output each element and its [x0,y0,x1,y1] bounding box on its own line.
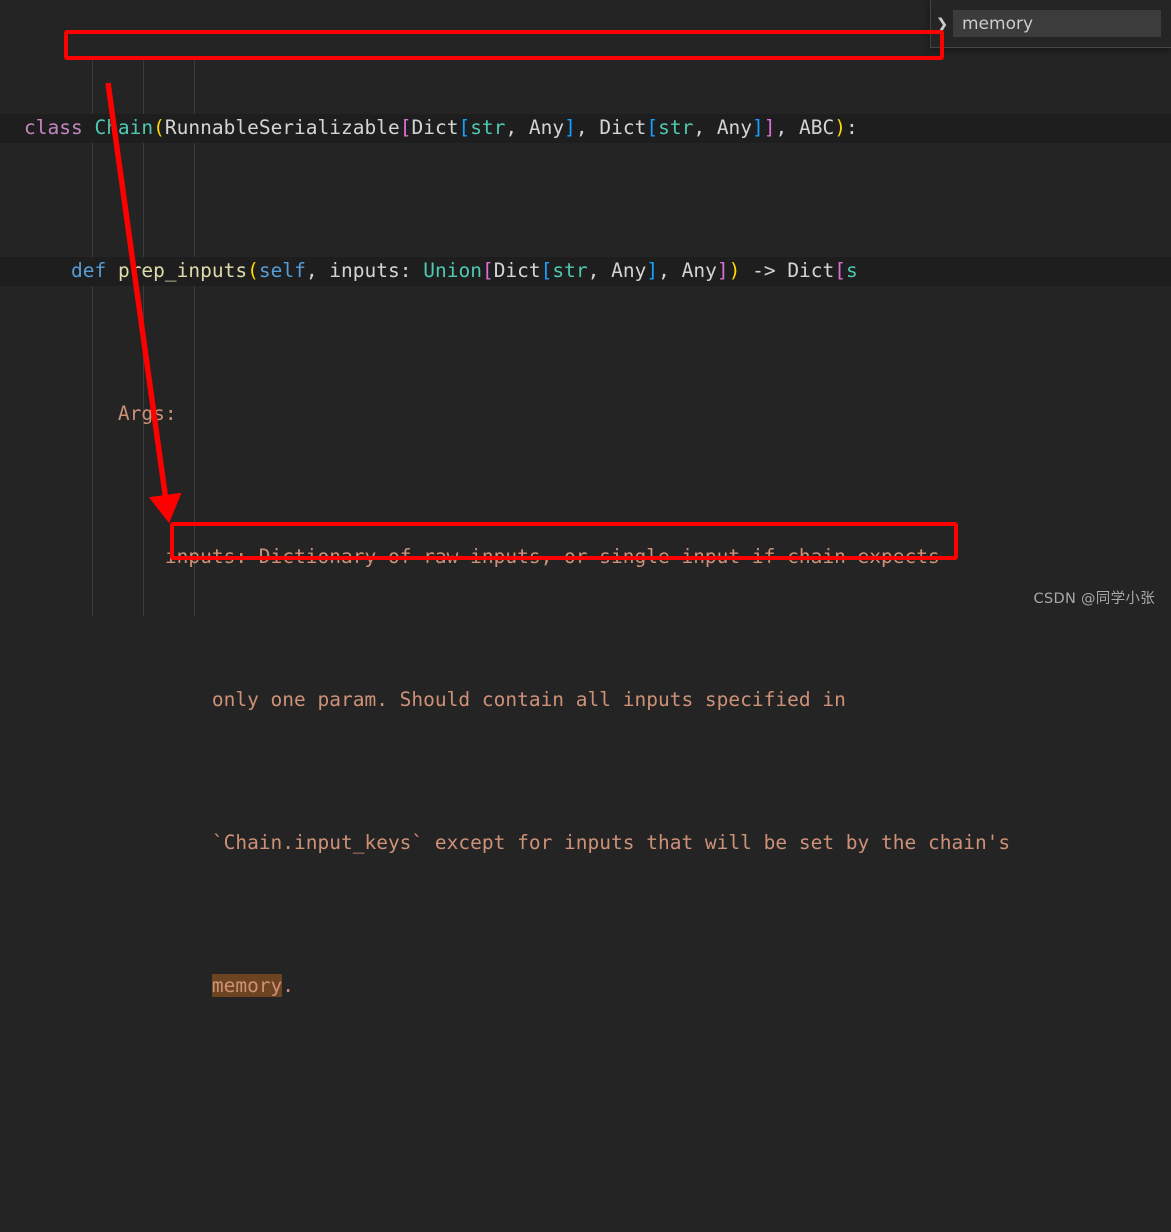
code-line[interactable]: inputs: Dictionary of raw inputs, or sin… [0,543,1171,572]
code-content[interactable]: class Chain(RunnableSerializable[Dict[st… [0,0,1171,998]
find-input[interactable]: memory [953,10,1161,37]
chevron-right-icon[interactable]: ❯ [931,0,953,48]
code-line[interactable]: def prep_inputs(self, inputs: Union[Dict… [0,257,1171,286]
editor-window: class Chain(RunnableSerializable[Dict[st… [0,0,1171,998]
code-line[interactable]: memory. [0,972,1171,1001]
code-line[interactable]: `Chain.input_keys` except for inputs tha… [0,829,1171,858]
watermark: CSDN @同学小张 [1033,591,1155,607]
find-widget[interactable]: ❯ memory [930,0,1171,48]
code-line[interactable] [0,1115,1171,1144]
code-line[interactable]: class Chain(RunnableSerializable[Dict[st… [0,114,1171,143]
code-line[interactable]: only one param. Should contain all input… [0,686,1171,715]
search-match: memory [211,974,283,998]
code-line[interactable]: Args: [0,400,1171,429]
